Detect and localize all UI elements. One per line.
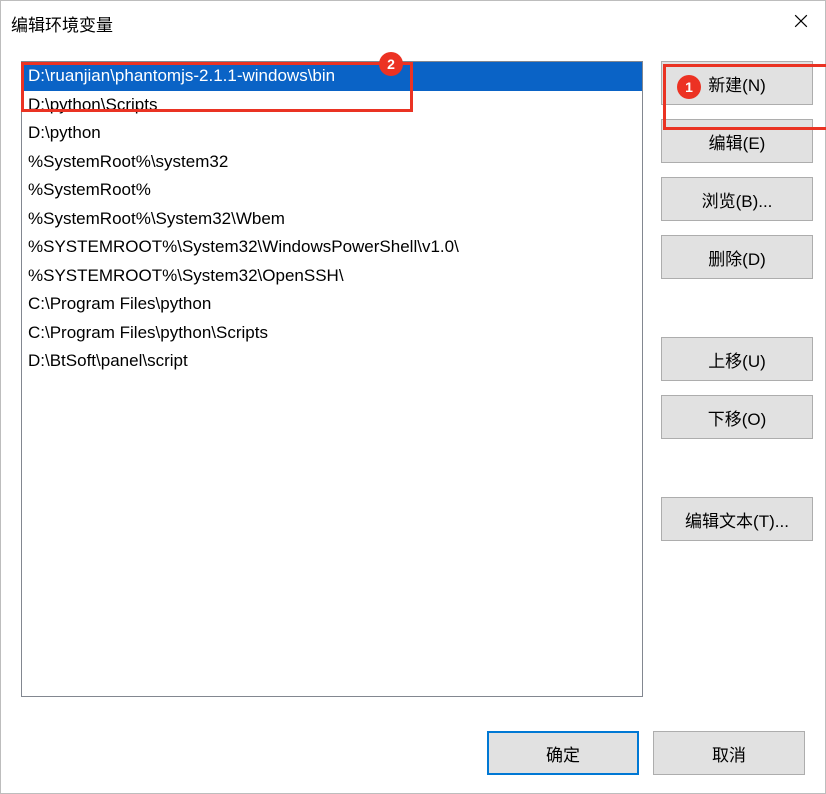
close-button[interactable] <box>777 1 825 45</box>
browse-button[interactable]: 浏览(B)... <box>661 177 813 221</box>
path-listbox[interactable]: D:\ruanjian\phantomjs-2.1.1-windows\binD… <box>21 61 643 697</box>
side-button-column: 新建(N) 编辑(E) 浏览(B)... 删除(D) 上移(U) 下移(O) 编… <box>661 61 813 717</box>
ok-button[interactable]: 确定 <box>487 731 639 775</box>
spacer <box>661 293 813 323</box>
env-var-edit-dialog: 编辑环境变量 D:\ruanjian\phantomjs-2.1.1-windo… <box>0 0 826 794</box>
dialog-footer: 确定 取消 <box>1 727 825 793</box>
list-item[interactable]: %SystemRoot% <box>22 176 642 205</box>
list-item[interactable]: D:\python <box>22 119 642 148</box>
cancel-button[interactable]: 取消 <box>653 731 805 775</box>
list-item[interactable]: D:\ruanjian\phantomjs-2.1.1-windows\bin <box>22 62 642 91</box>
delete-button[interactable]: 删除(D) <box>661 235 813 279</box>
list-item[interactable]: C:\Program Files\python\Scripts <box>22 319 642 348</box>
list-item[interactable]: %SYSTEMROOT%\System32\OpenSSH\ <box>22 262 642 291</box>
new-button[interactable]: 新建(N) <box>661 61 813 105</box>
move-up-button[interactable]: 上移(U) <box>661 337 813 381</box>
list-item[interactable]: %SystemRoot%\System32\Wbem <box>22 205 642 234</box>
spacer <box>661 453 813 483</box>
titlebar: 编辑环境变量 <box>1 1 825 45</box>
move-down-button[interactable]: 下移(O) <box>661 395 813 439</box>
edit-button[interactable]: 编辑(E) <box>661 119 813 163</box>
list-item[interactable]: %SystemRoot%\system32 <box>22 148 642 177</box>
close-icon <box>794 14 808 33</box>
list-item[interactable]: D:\BtSoft\panel\script <box>22 347 642 376</box>
edit-text-button[interactable]: 编辑文本(T)... <box>661 497 813 541</box>
dialog-title: 编辑环境变量 <box>11 11 113 36</box>
list-item[interactable]: %SYSTEMROOT%\System32\WindowsPowerShell\… <box>22 233 642 262</box>
list-item[interactable]: D:\python\Scripts <box>22 91 642 120</box>
list-item[interactable]: C:\Program Files\python <box>22 290 642 319</box>
dialog-content: D:\ruanjian\phantomjs-2.1.1-windows\binD… <box>1 45 825 727</box>
list-container: D:\ruanjian\phantomjs-2.1.1-windows\binD… <box>21 61 643 697</box>
